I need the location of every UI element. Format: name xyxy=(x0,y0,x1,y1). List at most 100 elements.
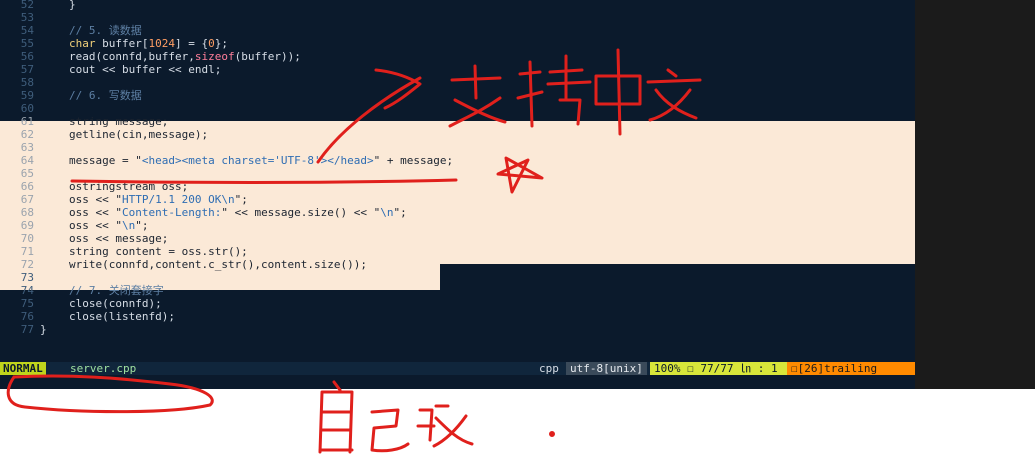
code-line[interactable]: 54 // 5. 读数据 xyxy=(0,24,915,37)
line-number: 65 xyxy=(20,167,34,180)
code-token: "; xyxy=(393,206,407,219)
code-line[interactable]: 73 xyxy=(0,271,915,284)
code-line[interactable]: 77} xyxy=(0,323,915,336)
code-token: (buffer)); xyxy=(234,50,301,63)
code-line[interactable]: 71 string content = oss.str(); xyxy=(0,245,915,258)
code-line[interactable]: 52} xyxy=(0,0,915,11)
line-number: 69 xyxy=(20,219,34,232)
vim-statusline: NORMAL server.cpp cpp utf-8[unix] 100% ☐… xyxy=(0,362,915,375)
line-number: 55 xyxy=(20,37,34,50)
code-token: oss << " xyxy=(69,206,122,219)
code-line[interactable]: 59 // 6. 写数据 xyxy=(0,89,915,102)
code-line[interactable]: 55 char buffer[1024] = {0}; xyxy=(0,37,915,50)
code-token: <head><meta charset='UTF-8'></head> xyxy=(141,154,374,167)
code-token: HTTP/1.1 200 OK\n xyxy=(121,193,235,206)
line-number: 60 xyxy=(20,102,34,115)
line-number: 67 xyxy=(20,193,34,206)
line-number: 64 xyxy=(20,154,34,167)
code-token: } xyxy=(40,323,47,336)
line-number: 62 xyxy=(20,128,34,141)
code-line[interactable]: 57 cout << buffer << endl; xyxy=(0,63,915,76)
code-token: 1024 xyxy=(148,37,175,50)
code-token: Content-Length: xyxy=(121,206,222,219)
code-line[interactable]: 66 ostringstream oss; xyxy=(0,180,915,193)
line-number: 56 xyxy=(20,50,34,63)
code-token: } xyxy=(69,0,76,11)
handwriting-dot xyxy=(549,431,555,437)
line-number: 61 xyxy=(20,115,34,128)
code-token: write(connfd,content.c_str(),content.siz… xyxy=(69,258,368,271)
line-number: 72 xyxy=(20,258,34,271)
code-line[interactable]: 60 xyxy=(0,102,915,115)
line-number: 71 xyxy=(20,245,34,258)
code-token: "; xyxy=(234,193,248,206)
code-token: close(listenfd); xyxy=(69,310,175,323)
line-number: 52 xyxy=(20,0,34,11)
code-token: " + message; xyxy=(373,154,454,167)
line-number: 77 xyxy=(20,323,34,336)
code-line[interactable]: 67 oss << "HTTP/1.1 200 OK\n"; xyxy=(0,193,915,206)
code-token: string message; xyxy=(69,115,169,128)
cursor-position: 100% ☐ 77/77 ㏑ : 1 xyxy=(650,362,794,375)
code-line[interactable]: 68 oss << "Content-Length:" << message.si… xyxy=(0,206,915,219)
code-token: string content = oss.str(); xyxy=(69,245,248,258)
code-token: char xyxy=(69,37,96,50)
code-token: buffer[ xyxy=(95,37,149,50)
code-editor[interactable]: 52} 53 54// 5. 读数据 55 char buffer[1024] = {0… xyxy=(0,0,915,362)
code-line[interactable]: 64 message = "<head><meta charset='UTF-8'… xyxy=(0,154,915,167)
code-token: getline(cin,message); xyxy=(69,128,209,141)
command-line[interactable] xyxy=(0,375,915,389)
code-line[interactable]: 70 oss << message; xyxy=(0,232,915,245)
line-number: 68 xyxy=(20,206,34,219)
code-token: ] = { xyxy=(174,37,209,50)
code-line[interactable]: 72 write(connfd,content.c_str(),content.s… xyxy=(0,258,915,271)
code-token: }; xyxy=(214,37,228,50)
handwriting-char-6 xyxy=(370,408,410,453)
code-line[interactable]: 65 xyxy=(0,167,915,180)
line-number: 53 xyxy=(20,11,34,24)
code-line[interactable]: 62 getline(cin,message); xyxy=(0,128,915,141)
handwriting-char-7 xyxy=(416,404,474,448)
code-token: ostringstream oss; xyxy=(69,180,189,193)
code-token: " << message.size() << " xyxy=(221,206,381,219)
code-token: cout << buffer << endl; xyxy=(69,63,222,76)
code-token: message = " xyxy=(69,154,142,167)
code-token: close(connfd); xyxy=(69,297,162,310)
line-number: 73 xyxy=(20,271,34,284)
code-line[interactable]: 61 string message; xyxy=(0,115,915,128)
line-number: 70 xyxy=(20,232,34,245)
handwriting-char-5 xyxy=(318,380,354,454)
code-token: "; xyxy=(135,219,149,232)
filetype: cpp xyxy=(539,362,559,375)
code-line[interactable]: 56 read(connfd,buffer,sizeof(buffer)); xyxy=(0,50,915,63)
code-token: \n xyxy=(121,219,136,232)
code-line[interactable]: 53 xyxy=(0,11,915,24)
code-line[interactable]: 69 oss << "\n"; xyxy=(0,219,915,232)
code-token: sizeof xyxy=(194,50,235,63)
code-line[interactable]: 75 close(connfd); xyxy=(0,297,915,310)
line-number: 58 xyxy=(20,76,34,89)
code-token: \n xyxy=(380,206,394,219)
terminal-side-panel xyxy=(915,0,1035,389)
code-token: 0 xyxy=(208,37,215,50)
mode-badge: NORMAL xyxy=(0,362,46,375)
code-token: // 6. 写数据 xyxy=(69,89,142,102)
line-number: 59 xyxy=(20,89,34,102)
encoding: utf-8[unix] xyxy=(566,362,647,375)
trailing-whitespace-warning: ☐[26]trailing xyxy=(787,362,915,375)
code-token: oss << message; xyxy=(69,232,169,245)
code-token: read(connfd,buffer, xyxy=(69,50,195,63)
line-number: 63 xyxy=(20,141,34,154)
line-number: 57 xyxy=(20,63,34,76)
line-number: 54 xyxy=(20,24,34,37)
code-line[interactable]: 76 close(listenfd); xyxy=(0,310,915,323)
code-line[interactable]: 74 // 7. 关闭套接字 xyxy=(0,284,915,297)
line-number: 76 xyxy=(20,310,34,323)
code-line[interactable]: 58 xyxy=(0,76,915,89)
code-token: oss << " xyxy=(69,193,122,206)
code-line[interactable]: 63 xyxy=(0,141,915,154)
code-token: // 7. 关闭套接字 xyxy=(69,284,164,297)
line-number: 66 xyxy=(20,180,34,193)
line-number: 74 xyxy=(20,284,34,297)
code-token: // 5. 读数据 xyxy=(69,24,142,37)
